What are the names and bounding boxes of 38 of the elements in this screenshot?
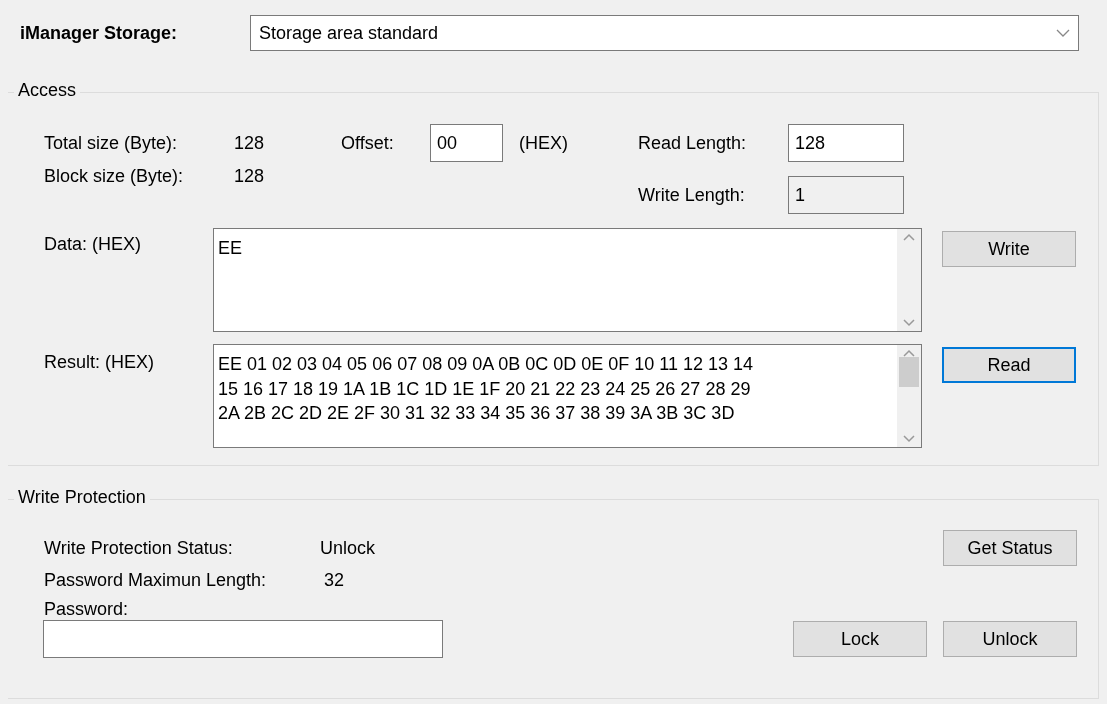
storage-dropdown[interactable]: Storage area standard [250,15,1079,51]
result-line: 2A 2B 2C 2D 2E 2F 30 31 32 33 34 35 36 37 38 39 3A 3B 3C 3D [218,402,736,425]
field-label: Offset: [341,132,395,154]
field-value: Unlock [320,537,376,559]
password-field[interactable] [43,620,443,658]
field-label: Total size (Byte): [44,132,179,154]
scroll-thumb[interactable] [899,357,919,387]
field-label: Data: (HEX) [44,234,143,255]
storage-label: iManager Storage: [20,22,179,44]
field-label: Block size (Byte): [44,166,185,187]
read-length-field[interactable]: 128 [788,124,904,162]
write-button[interactable]: Write [942,231,1076,267]
scrollbar[interactable] [897,229,921,331]
chevron-down-icon [1056,28,1070,38]
result-field[interactable]: EE 01 02 03 04 05 06 07 08 09 0A 0B 0C 0D 0E 0F 10 11 12 13 14 15 16 17 18 19 1A 1B 1C 1D 1E 1F 20 21 22 23 24 25 26 27 28 29 2A 2B 2C 2D 2E 2F 30 31 32 33 34 35 36 37 38 39 3A 3B 3C 3D [213,344,922,448]
field-value: 32 [324,570,345,591]
field-label: Write Length: [638,184,746,206]
offset-field[interactable]: 00 [430,124,503,162]
unlock-button[interactable]: Unlock [943,621,1077,657]
field-label: Write Protection Status: [44,537,234,559]
result-line: 15 16 17 18 19 1A 1B 1C 1D 1E 1F 20 21 22 23 24 25 26 27 28 29 [218,377,752,401]
unit-label: (HEX) [518,132,569,154]
field-label: Read Length: [638,132,748,154]
scrollbar[interactable] [897,345,921,447]
result-line: EE 01 02 03 04 05 06 07 08 09 0A 0B 0C 0D 0E 0F 10 11 12 13 14 [218,353,755,376]
data-field[interactable]: EE [213,228,922,332]
lock-button[interactable]: Lock [793,621,927,657]
read-button[interactable]: Read [942,347,1076,383]
scroll-down-icon[interactable] [903,319,915,327]
field-label: Result: (HEX) [44,352,156,373]
get-status-button[interactable]: Get Status [943,530,1077,566]
field-value: 128 [234,132,266,154]
scroll-down-icon[interactable] [903,435,915,443]
field-label: Password Maximun Length: [44,570,268,591]
scroll-up-icon[interactable] [903,233,915,241]
field-value: 128 [234,166,266,187]
field-label: Password: [44,599,129,620]
scroll-up-icon[interactable] [903,349,915,357]
